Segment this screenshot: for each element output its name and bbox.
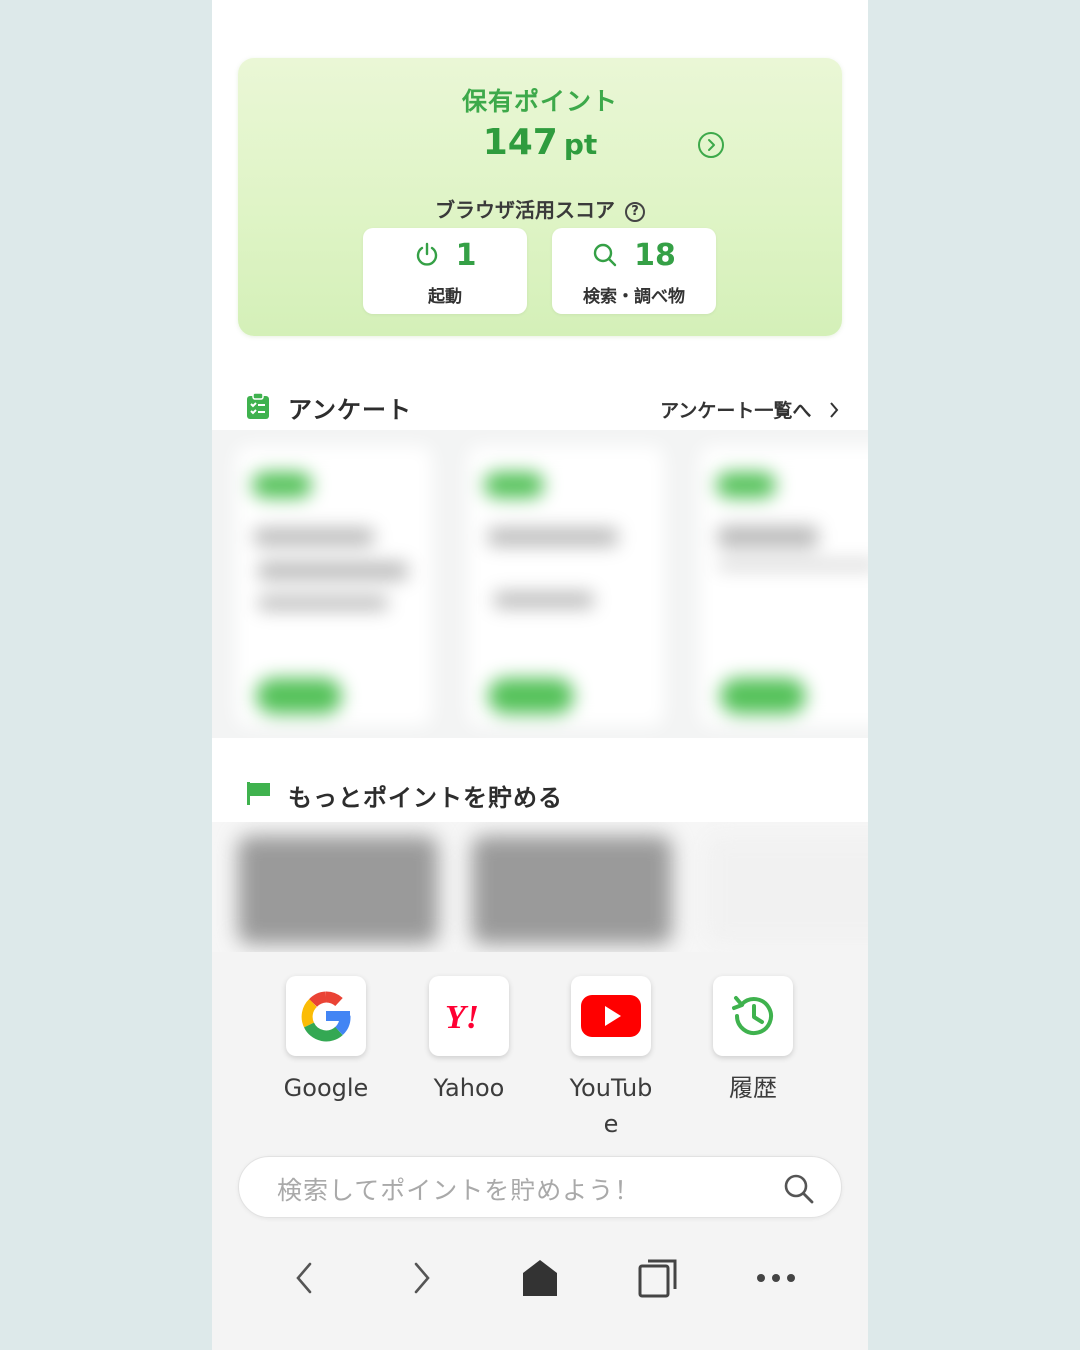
survey-card[interactable] xyxy=(468,446,664,726)
points-unit: pt xyxy=(563,128,598,161)
launch-label: 起動 xyxy=(428,287,462,307)
flag-icon xyxy=(247,782,270,805)
shortcut-yahoo[interactable]: Y! Yahoo xyxy=(409,976,529,1106)
tabs-button[interactable] xyxy=(630,1250,686,1306)
clipboard-check-icon xyxy=(247,392,269,419)
yahoo-tile[interactable]: Y! xyxy=(429,976,509,1056)
search-stat: 18 検索・調べ物 xyxy=(552,228,716,314)
search-placeholder: 検索してポイントを貯めよう！ xyxy=(277,1176,641,1205)
promo-carousel[interactable] xyxy=(212,822,868,952)
points-card[interactable]: 保有ポイント 147 pt ブラウザ活用スコア? 1 起動 18 検索・調べ物 xyxy=(238,58,842,336)
more-horizontal-icon xyxy=(757,1274,795,1282)
survey-list-link-label: アンケート一覧へ xyxy=(660,400,812,422)
survey-title: アンケート xyxy=(288,396,413,424)
help-icon[interactable]: ? xyxy=(625,202,645,222)
search-bar[interactable]: 検索してポイントを貯めよう！ xyxy=(238,1156,842,1218)
chevron-right-circle-icon[interactable] xyxy=(698,132,724,158)
shortcut-label: Yahoo xyxy=(433,1074,505,1102)
search-icon xyxy=(593,243,617,267)
shortcut-label: 履歴 xyxy=(729,1074,777,1102)
chevron-left-icon xyxy=(296,1262,312,1294)
score-title: ブラウザ活用スコア xyxy=(435,198,615,222)
google-icon xyxy=(301,991,351,1042)
survey-header: アンケート アンケート一覧へ xyxy=(212,386,868,426)
tabs-icon xyxy=(638,1259,677,1298)
home-icon xyxy=(523,1260,557,1296)
survey-card[interactable] xyxy=(236,446,432,726)
search-label: 検索・調べ物 xyxy=(583,287,685,307)
launch-count: 1 xyxy=(455,238,477,273)
youtube-icon xyxy=(581,995,641,1037)
points-value: 147 pt xyxy=(238,122,842,163)
bottom-panel: Google Y! Yahoo YouTube 履歴 検索してポイントを貯めよう… xyxy=(212,952,868,1350)
power-icon xyxy=(416,242,437,266)
chevron-right-icon xyxy=(414,1262,430,1294)
youtube-tile[interactable] xyxy=(571,976,651,1056)
search-count: 18 xyxy=(634,238,676,273)
more-points-header: もっとポイントを貯める xyxy=(212,774,868,814)
survey-list-link[interactable]: アンケート一覧へ xyxy=(660,396,840,423)
app-screen: 保有ポイント 147pt ブラウザ活用スコア? 1 起動 18 検索・調べ物 xyxy=(212,0,868,1350)
history-tile[interactable] xyxy=(713,976,793,1056)
bottom-nav xyxy=(212,1242,868,1312)
shortcut-label: YouTube xyxy=(569,1074,653,1138)
shortcut-google[interactable]: Google xyxy=(266,976,386,1106)
shortcut-youtube[interactable]: YouTube xyxy=(551,976,671,1142)
points-label: 保有ポイント xyxy=(461,87,618,116)
home-button[interactable] xyxy=(512,1250,568,1306)
launch-stat: 1 起動 xyxy=(363,228,527,314)
survey-carousel[interactable] xyxy=(212,430,868,738)
history-icon xyxy=(732,996,773,1036)
promo-banner[interactable] xyxy=(472,836,672,944)
search-icon[interactable] xyxy=(783,1173,815,1205)
search-stat-top: 18 xyxy=(552,238,716,274)
promo-banner[interactable] xyxy=(238,836,438,944)
promo-banner[interactable] xyxy=(706,836,868,944)
points-number: 147 xyxy=(482,122,558,163)
shortcut-history[interactable]: 履歴 xyxy=(693,976,813,1106)
chevron-right-icon xyxy=(830,402,839,418)
google-tile[interactable] xyxy=(286,976,366,1056)
back-button[interactable] xyxy=(276,1250,332,1306)
more-menu-button[interactable] xyxy=(748,1250,804,1306)
forward-button[interactable] xyxy=(394,1250,450,1306)
launch-stat-top: 1 xyxy=(363,238,527,274)
survey-card[interactable] xyxy=(700,446,868,726)
yahoo-icon: Y! xyxy=(445,999,479,1036)
shortcut-label: Google xyxy=(283,1074,369,1102)
more-points-title: もっとポイントを貯める xyxy=(288,784,563,812)
svg-text:Y!: Y! xyxy=(445,999,479,1036)
score-label: ブラウザ活用スコア? xyxy=(238,194,842,223)
